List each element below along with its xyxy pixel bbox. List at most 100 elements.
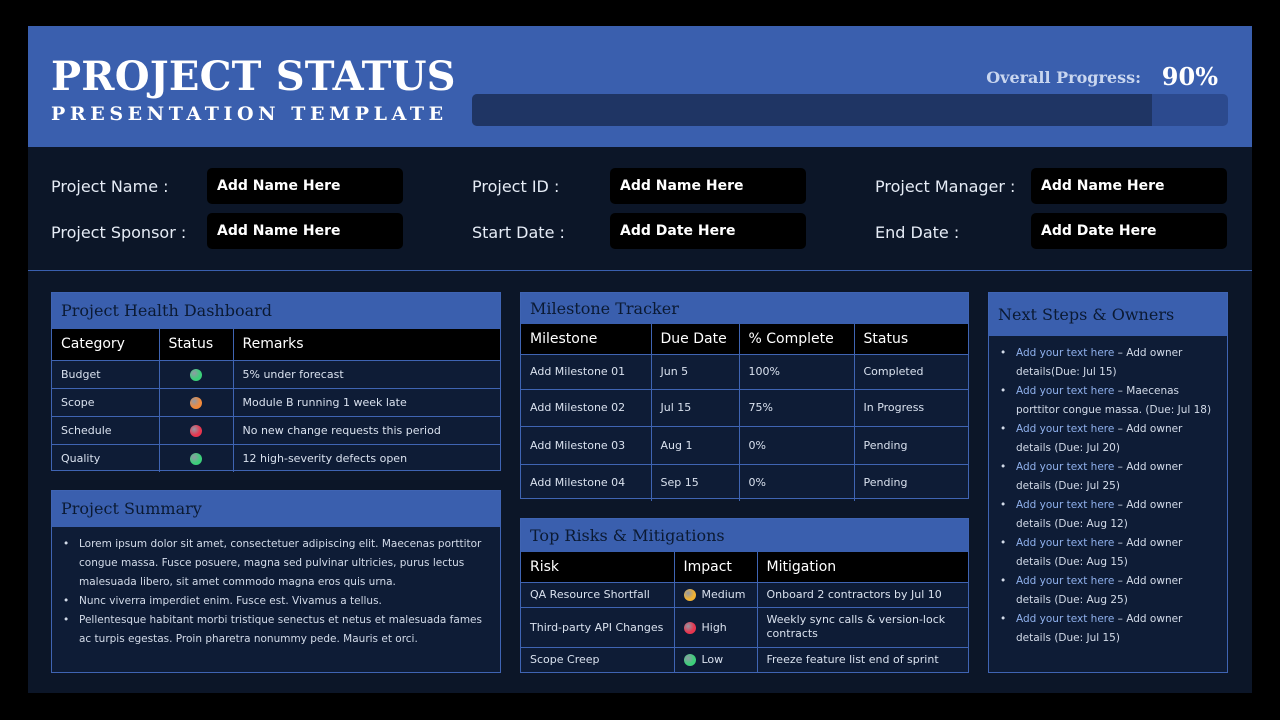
list-item: Nunc viverra imperdiet enim. Fusce est. … xyxy=(62,592,490,611)
milestone-status: Completed xyxy=(853,353,968,389)
milestone-name: Add Milestone 01 xyxy=(521,353,651,389)
risks-col-impact: Impact xyxy=(673,552,757,583)
project-name-field[interactable]: Add Name Here xyxy=(207,168,403,204)
project-manager-field[interactable]: Add Name Here xyxy=(1031,168,1227,204)
overall-progress-fill xyxy=(472,94,1153,126)
status-dot-icon xyxy=(189,452,202,465)
health-category: Schedule xyxy=(52,415,159,444)
risk-impact: Medium xyxy=(701,588,746,601)
summary-list: Lorem ipsum dolor sit amet, consectetuer… xyxy=(52,527,500,649)
table-row: Scope Module B running 1 week late xyxy=(52,387,500,416)
risk-name: Third-party API Changes xyxy=(521,606,674,647)
overall-progress-label: Overall Progress: xyxy=(986,68,1141,87)
milestone-due: Sep 15 xyxy=(650,463,739,501)
risk-mitigation: Onboard 2 contractors by Jul 10 xyxy=(756,581,968,607)
milestone-tracker-panel: Milestone Tracker Milestone Due Date % C… xyxy=(520,292,969,501)
milestone-complete: 0% xyxy=(738,463,854,501)
risks-panel: Top Risks & Mitigations Risk Impact Miti… xyxy=(520,518,969,673)
list-item: Add your text here – Add owner details (… xyxy=(999,534,1217,572)
health-dashboard-title: Project Health Dashboard xyxy=(52,293,500,329)
health-remarks: 12 high-severity defects open xyxy=(232,443,500,472)
health-col-status: Status xyxy=(158,329,233,361)
health-category: Budget xyxy=(52,359,159,388)
risks-col-risk: Risk xyxy=(521,552,674,583)
health-category: Scope xyxy=(52,387,159,416)
list-item: Add your text here – Maecenas porttitor … xyxy=(999,382,1217,420)
project-summary-title: Project Summary xyxy=(52,491,500,527)
milestone-complete: 75% xyxy=(738,388,854,426)
list-item: Lorem ipsum dolor sit amet, consectetuer… xyxy=(62,535,490,592)
health-table: Category Status Remarks Budget 5% under … xyxy=(52,329,500,472)
impact-dot-icon xyxy=(683,621,696,634)
start-date-label: Start Date : xyxy=(472,223,565,242)
overall-progress-bar xyxy=(472,94,1228,126)
milestone-header-row: Milestone Due Date % Complete Status xyxy=(521,324,968,355)
table-row: Third-party API Changes High Weekly sync… xyxy=(521,606,968,647)
health-col-remarks: Remarks xyxy=(232,329,500,361)
next-steps-title: Next Steps & Owners xyxy=(989,293,1227,336)
milestone-name: Add Milestone 03 xyxy=(521,425,651,464)
table-row: Add Milestone 04 Sep 15 0% Pending xyxy=(521,463,968,501)
health-remarks: 5% under forecast xyxy=(232,359,500,388)
project-manager-label: Project Manager : xyxy=(875,177,1016,196)
table-row: Add Milestone 02 Jul 15 75% In Progress xyxy=(521,388,968,426)
milestone-status: Pending xyxy=(853,463,968,501)
milestone-col-name: Milestone xyxy=(521,324,651,355)
project-sponsor-field[interactable]: Add Name Here xyxy=(207,213,403,249)
slide: PROJECT STATUS PRESENTATION TEMPLATE Ove… xyxy=(28,26,1252,693)
health-col-category: Category xyxy=(52,329,159,361)
milestone-status: Pending xyxy=(853,425,968,464)
impact-dot-icon xyxy=(683,589,696,601)
table-row: Quality 12 high-severity defects open xyxy=(52,443,500,472)
health-remarks: Module B running 1 week late xyxy=(232,387,500,416)
status-dot-icon xyxy=(189,396,202,409)
risk-mitigation: Weekly sync calls & version-lock contrac… xyxy=(756,606,968,647)
milestone-col-complete: % Complete xyxy=(738,324,854,355)
risk-name: QA Resource Shortfall xyxy=(521,581,674,607)
milestone-due: Jun 5 xyxy=(650,353,739,389)
risk-name: Scope Creep xyxy=(521,646,674,672)
health-category: Quality xyxy=(52,443,159,472)
risks-col-mitigation: Mitigation xyxy=(756,552,968,583)
risks-header-row: Risk Impact Mitigation xyxy=(521,552,968,583)
risk-impact: Low xyxy=(701,653,724,667)
project-id-label: Project ID : xyxy=(472,177,560,196)
milestone-status: In Progress xyxy=(853,388,968,426)
health-header-row: Category Status Remarks xyxy=(52,329,500,361)
list-item: Add your text here – Add owner details (… xyxy=(999,610,1217,648)
list-item: Add your text here – Add owner details (… xyxy=(999,458,1217,496)
milestone-due: Jul 15 xyxy=(650,388,739,426)
table-row: Schedule No new change requests this per… xyxy=(52,415,500,444)
list-item: Add your text here – Add owner details (… xyxy=(999,496,1217,534)
risks-title: Top Risks & Mitigations xyxy=(521,519,968,552)
table-row: Budget 5% under forecast xyxy=(52,359,500,388)
start-date-field[interactable]: Add Date Here xyxy=(610,213,806,249)
health-remarks: No new change requests this period xyxy=(232,415,500,444)
table-row: Add Milestone 03 Aug 1 0% Pending xyxy=(521,425,968,464)
table-row: Scope Creep Low Freeze feature list end … xyxy=(521,646,968,672)
list-item: Add your text here – Add owner details (… xyxy=(999,572,1217,610)
list-item: Pellentesque habitant morbi tristique se… xyxy=(62,611,490,649)
milestone-name: Add Milestone 02 xyxy=(521,388,651,426)
project-sponsor-label: Project Sponsor : xyxy=(51,223,187,242)
milestone-due: Aug 1 xyxy=(650,425,739,464)
end-date-field[interactable]: Add Date Here xyxy=(1031,213,1227,249)
page-title: PROJECT STATUS xyxy=(51,53,456,100)
next-steps-list: Add your text here – Add owner details(D… xyxy=(989,336,1227,648)
milestone-complete: 100% xyxy=(738,353,854,389)
project-id-field[interactable]: Add Name Here xyxy=(610,168,806,204)
next-steps-panel: Next Steps & Owners Add your text here –… xyxy=(988,292,1228,673)
impact-dot-icon xyxy=(683,654,696,667)
list-item: Add your text here – Add owner details (… xyxy=(999,420,1217,458)
milestone-col-due: Due Date xyxy=(650,324,739,355)
status-dot-icon xyxy=(189,368,202,381)
health-dashboard-panel: Project Health Dashboard Category Status… xyxy=(51,292,501,472)
end-date-label: End Date : xyxy=(875,223,960,242)
status-dot-icon xyxy=(189,424,202,437)
project-name-label: Project Name : xyxy=(51,177,169,196)
risks-table: Risk Impact Mitigation QA Resource Short… xyxy=(521,552,968,672)
header-banner: PROJECT STATUS PRESENTATION TEMPLATE Ove… xyxy=(28,26,1252,147)
project-summary-panel: Project Summary Lorem ipsum dolor sit am… xyxy=(51,490,501,673)
overall-progress-value: 90% xyxy=(1161,62,1218,91)
table-row: Add Milestone 01 Jun 5 100% Completed xyxy=(521,353,968,389)
